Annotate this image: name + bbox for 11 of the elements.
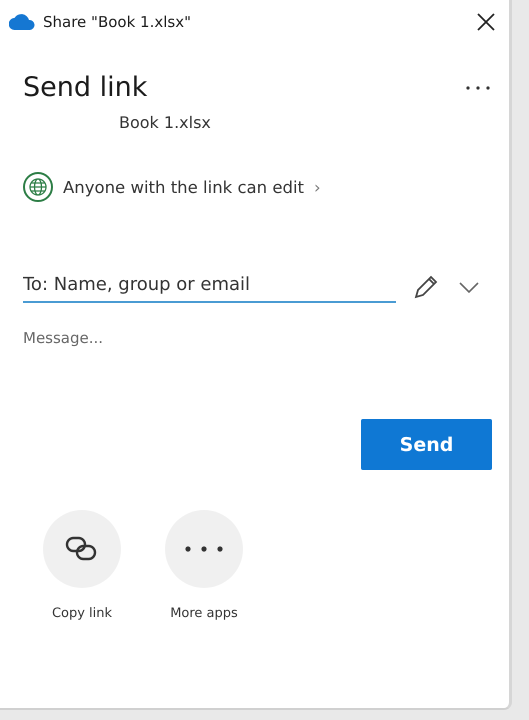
link-icon	[65, 536, 99, 562]
send-button[interactable]: Send	[361, 419, 492, 470]
close-icon	[477, 13, 495, 31]
file-name: Book 1.xlsx	[119, 113, 212, 132]
globe-icon	[23, 172, 53, 202]
more-icon	[465, 84, 491, 90]
more-icon	[184, 545, 224, 553]
window-title: Share "Book 1.xlsx"	[43, 13, 192, 31]
cloud-icon	[9, 14, 35, 30]
link-permission-button[interactable]: Anyone with the link can edit ›	[23, 172, 321, 202]
dialog-heading: Send link	[23, 72, 148, 103]
